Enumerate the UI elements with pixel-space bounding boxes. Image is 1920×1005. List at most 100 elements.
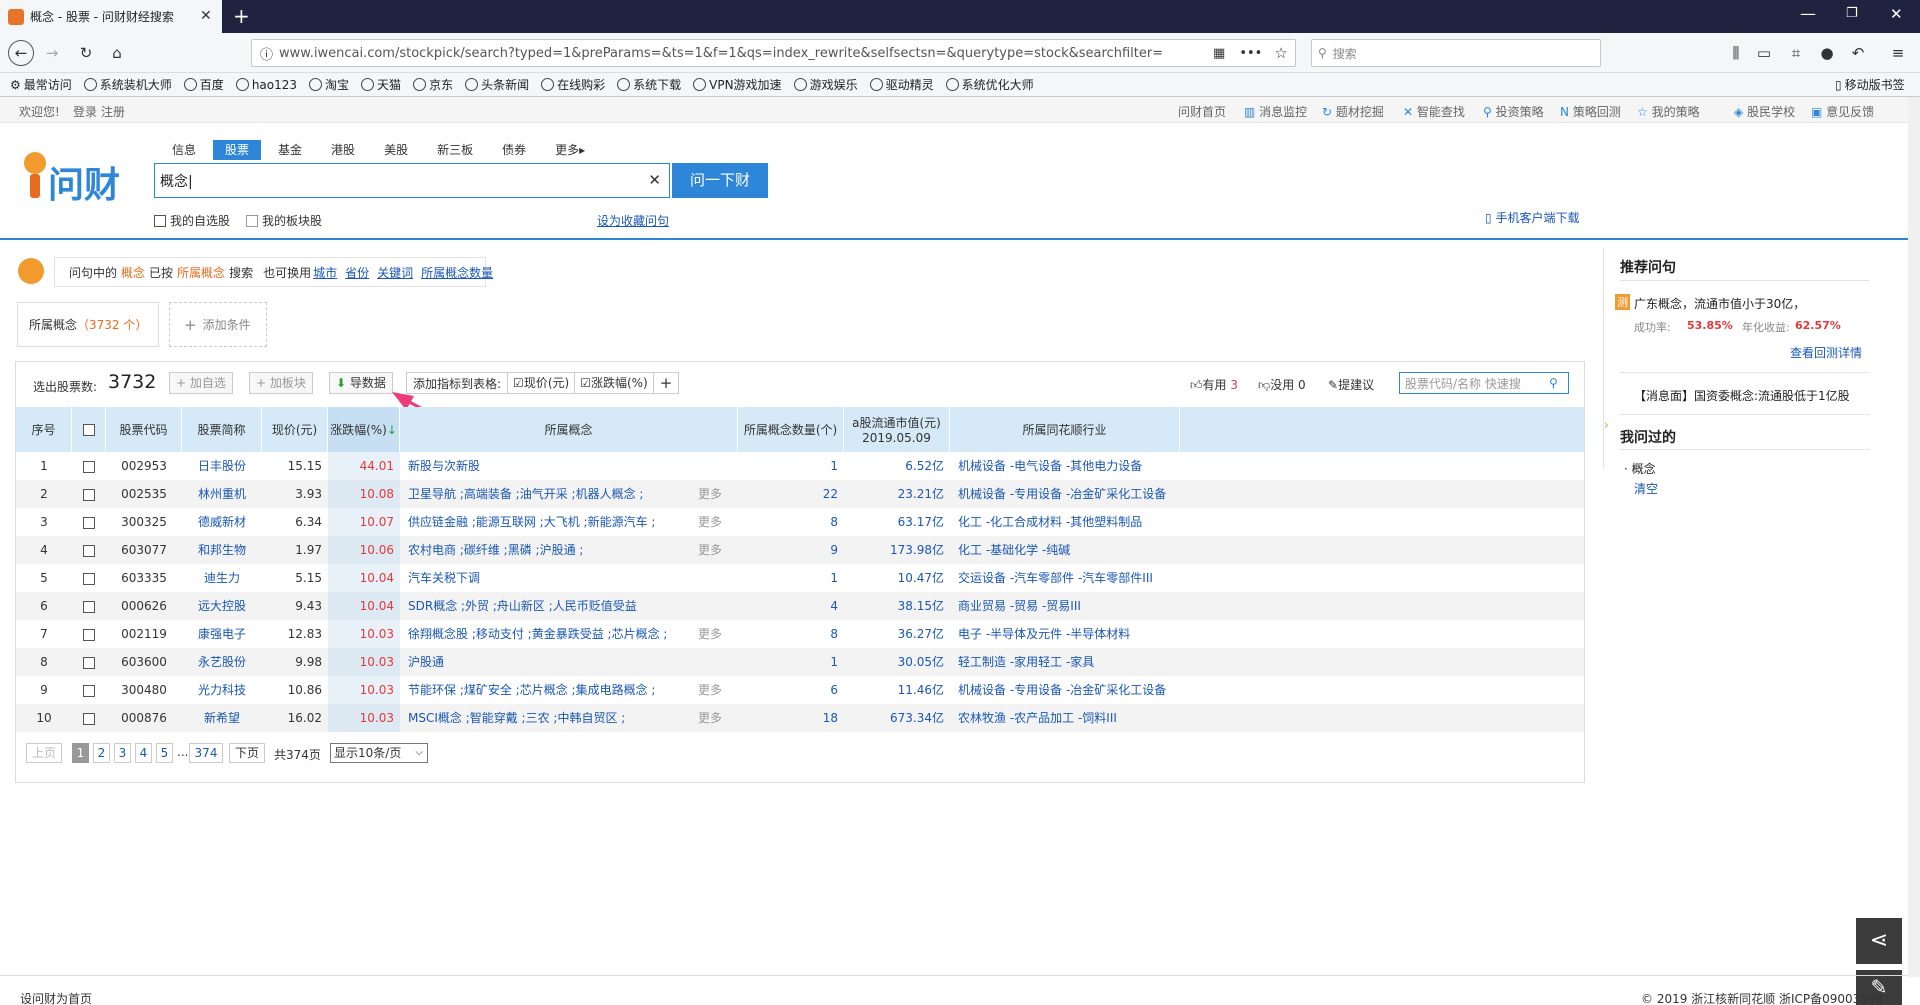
cell-concept[interactable]: 节能环保 ;煤矿安全 ;芯片概念 ;集成电路概念 ; bbox=[400, 676, 738, 704]
th-industry[interactable]: 所属同花顺行业 bbox=[950, 407, 1180, 452]
clear-query-icon[interactable]: ✕ bbox=[648, 171, 661, 189]
tab-more[interactable]: 更多▸ bbox=[543, 140, 597, 160]
page-5[interactable]: 5 bbox=[156, 743, 173, 763]
clear-history-link[interactable]: 清空 bbox=[1634, 480, 1658, 497]
alt-keyword-link[interactable]: 关键词 bbox=[377, 264, 413, 281]
th-change[interactable]: 涨跌幅(%) ↓ bbox=[328, 407, 400, 452]
cell-industry[interactable]: 化工 -化工合成材料 -其他塑料制品 bbox=[950, 508, 1180, 536]
undo-icon[interactable]: ↶ bbox=[1848, 43, 1868, 63]
topnav-topic-link[interactable]: ↻ 题材挖掘 bbox=[1322, 103, 1384, 120]
chat-icon[interactable]: ● bbox=[1817, 43, 1837, 63]
cell-industry[interactable]: 电子 -半导体及元件 -半导体材料 bbox=[950, 620, 1180, 648]
cell-name[interactable]: 新希望 bbox=[182, 704, 262, 732]
topnav-school-link[interactable]: ◈ 股民学校 bbox=[1734, 103, 1795, 120]
bookmark-item[interactable]: ⚙ 最常访问 bbox=[10, 76, 72, 93]
cell-cap[interactable]: 63.17亿 bbox=[844, 508, 950, 536]
topnav-backtest-link[interactable]: N 策略回测 bbox=[1560, 103, 1621, 120]
cell-industry[interactable]: 机械设备 -专用设备 -冶金矿采化工设备 bbox=[950, 676, 1180, 704]
bookmark-item[interactable]: 在线购彩 bbox=[541, 76, 605, 93]
tab-bond[interactable]: 债券 bbox=[490, 140, 538, 160]
mobile-download-link[interactable]: ▯ 手机客户端下载 bbox=[1485, 209, 1579, 226]
cell-name[interactable]: 永艺股份 bbox=[182, 648, 262, 676]
topnav-strategy-link[interactable]: ⚲ 投资策略 bbox=[1483, 103, 1544, 120]
prev-page-button[interactable]: 上页 bbox=[26, 743, 62, 763]
more-concepts-link[interactable]: 更多 bbox=[698, 536, 723, 564]
bookmark-item[interactable]: VPN游戏加速 bbox=[693, 76, 782, 93]
window-restore-icon[interactable]: ❐ bbox=[1846, 6, 1858, 21]
bookmark-star-icon[interactable]: ☆ bbox=[1274, 44, 1287, 62]
cell-cap[interactable]: 10.47亿 bbox=[844, 564, 950, 592]
sidebar-icon[interactable]: ▭ bbox=[1754, 43, 1774, 63]
save-query-link[interactable]: 设为收藏问句 bbox=[597, 212, 669, 229]
row-checkbox[interactable] bbox=[72, 676, 106, 704]
th-concept[interactable]: 所属概念 bbox=[400, 407, 738, 452]
page-actions-icon[interactable]: ••• bbox=[1239, 46, 1262, 61]
window-minimize-icon[interactable]: — bbox=[1800, 4, 1816, 23]
tab-us[interactable]: 美股 bbox=[372, 140, 420, 160]
tab-hk[interactable]: 港股 bbox=[319, 140, 367, 160]
th-price[interactable]: 现价(元) bbox=[262, 407, 328, 452]
cell-count[interactable]: 4 bbox=[738, 592, 844, 620]
page-4[interactable]: 4 bbox=[135, 743, 152, 763]
mobile-bookmarks[interactable]: ▯ 移动版书签 bbox=[1835, 76, 1905, 93]
alt-city-link[interactable]: 城市 bbox=[313, 264, 337, 281]
quick-search-input[interactable]: 股票代码/名称 快速搜 ⚲ bbox=[1399, 372, 1569, 394]
cell-industry[interactable]: 轻工制造 -家用轻工 -家具 bbox=[950, 648, 1180, 676]
cell-count[interactable]: 18 bbox=[738, 704, 844, 732]
cell-count[interactable]: 8 bbox=[738, 620, 844, 648]
add-condition-button[interactable]: + 添加条件 bbox=[169, 302, 267, 347]
cell-industry[interactable]: 商业贸易 -贸易 -贸易III bbox=[950, 592, 1180, 620]
cell-name[interactable]: 林州重机 bbox=[182, 480, 262, 508]
cell-count[interactable]: 1 bbox=[738, 452, 844, 480]
window-close-icon[interactable]: ✕ bbox=[1890, 5, 1903, 23]
tab-fund[interactable]: 基金 bbox=[266, 140, 314, 160]
row-checkbox[interactable] bbox=[72, 480, 106, 508]
backtest-detail-link[interactable]: 查看回测详情 bbox=[1790, 344, 1862, 361]
browser-tab[interactable]: 概念 - 股票 - 问财财经搜索 ✕ bbox=[0, 0, 222, 33]
cell-cap[interactable]: 11.46亿 bbox=[844, 676, 950, 704]
th-select-all[interactable] bbox=[72, 407, 106, 452]
th-name[interactable]: 股票简称 bbox=[182, 407, 262, 452]
cell-name[interactable]: 康强电子 bbox=[182, 620, 262, 648]
more-concepts-link[interactable]: 更多 bbox=[698, 704, 723, 732]
qr-icon[interactable]: ▦ bbox=[1213, 46, 1225, 61]
cell-cap[interactable]: 30.05亿 bbox=[844, 648, 950, 676]
row-checkbox[interactable] bbox=[72, 536, 106, 564]
set-homepage-link[interactable]: 设问财为首页 bbox=[20, 990, 92, 1005]
bookmark-item[interactable]: hao123 bbox=[235, 78, 297, 92]
cell-count[interactable]: 6 bbox=[738, 676, 844, 704]
cell-name[interactable]: 和邦生物 bbox=[182, 536, 262, 564]
asked-item[interactable]: · 概念 bbox=[1624, 460, 1656, 477]
register-link[interactable]: 注册 bbox=[101, 103, 125, 120]
page-1[interactable]: 1 bbox=[72, 743, 89, 763]
screenshot-icon[interactable]: ⌗ bbox=[1786, 43, 1806, 63]
add-self-button[interactable]: + 加自选 bbox=[169, 372, 233, 394]
bookmark-item[interactable]: 头条新闻 bbox=[465, 76, 529, 93]
tab-close-icon[interactable]: ✕ bbox=[200, 8, 212, 24]
page-scrollbar[interactable] bbox=[1908, 97, 1920, 977]
cell-cap[interactable]: 23.21亿 bbox=[844, 480, 950, 508]
my-stocks-checkbox[interactable]: 我的自选股 bbox=[154, 212, 230, 229]
cell-name[interactable]: 光力科技 bbox=[182, 676, 262, 704]
cell-name[interactable]: 远大控股 bbox=[182, 592, 262, 620]
back-icon[interactable]: ← bbox=[8, 40, 34, 66]
bookmark-item[interactable]: 驱动精灵 bbox=[869, 76, 934, 93]
bookmark-item[interactable]: 游戏娱乐 bbox=[793, 76, 858, 93]
tab-info[interactable]: 信息 bbox=[160, 140, 208, 160]
indicator-change-toggle[interactable]: ☑涨跌幅(%) bbox=[574, 373, 653, 393]
th-code[interactable]: 股票代码 bbox=[106, 407, 182, 452]
condition-chip[interactable]: 所属概念 （3732 个） bbox=[17, 302, 159, 347]
my-blocks-checkbox[interactable]: 我的板块股 bbox=[246, 212, 322, 229]
cell-industry[interactable]: 农林牧渔 -农产品加工 -饲料III bbox=[950, 704, 1180, 732]
url-text[interactable]: www.iwencai.com/stockpick/search?typed=1… bbox=[279, 46, 1199, 61]
page-3[interactable]: 3 bbox=[114, 743, 131, 763]
forward-icon[interactable]: → bbox=[42, 43, 62, 63]
next-page-button[interactable]: 下页 bbox=[229, 743, 265, 763]
row-checkbox[interactable] bbox=[72, 648, 106, 676]
reload-icon[interactable]: ↻ bbox=[76, 43, 96, 63]
cell-cap[interactable]: 673.34亿 bbox=[844, 704, 950, 732]
new-tab-button[interactable]: + bbox=[233, 4, 250, 28]
suggest-button[interactable]: ✎提建议 bbox=[1328, 376, 1374, 393]
url-bar[interactable]: ⓘ www.iwencai.com/stockpick/search?typed… bbox=[251, 39, 1296, 67]
search-button[interactable]: 问一下财 bbox=[672, 163, 768, 198]
